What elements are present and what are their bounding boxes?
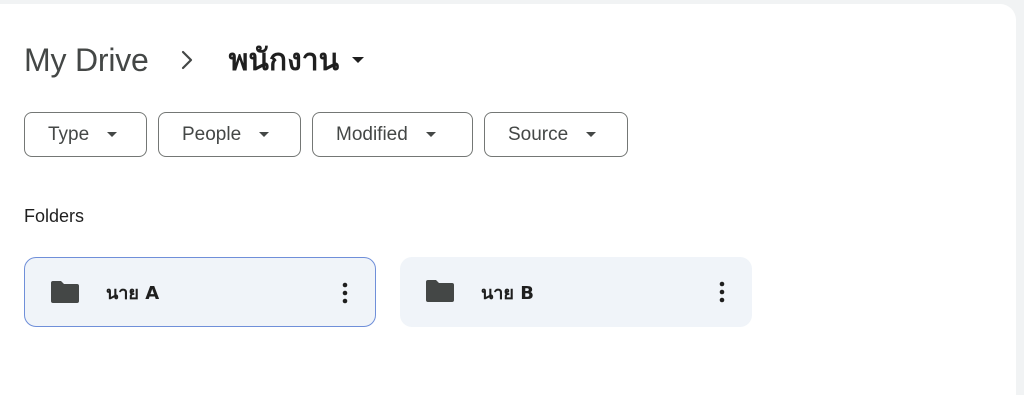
breadcrumb: My Drive พนักงาน <box>24 38 365 82</box>
folder-name: นาย A <box>106 282 160 304</box>
caret-down-icon <box>258 131 270 138</box>
filter-source-label: Source <box>508 123 569 145</box>
folder-card-nai-b[interactable]: นาย B <box>400 257 752 327</box>
filter-modified-chip[interactable]: Modified <box>312 112 473 157</box>
filter-type-label: Type <box>48 123 90 145</box>
caret-down-icon <box>425 131 437 138</box>
filter-people-label: People <box>182 123 242 145</box>
filter-chips: Type People Modified Source <box>24 112 628 157</box>
more-vert-icon[interactable] <box>710 279 734 305</box>
breadcrumb-current-label: พนักงาน <box>228 42 340 78</box>
more-vert-icon[interactable] <box>333 280 357 306</box>
folder-grid: นาย A นาย B <box>24 257 752 327</box>
folder-card-nai-a[interactable]: นาย A <box>24 257 376 327</box>
filter-source-chip[interactable]: Source <box>484 112 628 157</box>
filter-people-chip[interactable]: People <box>158 112 301 157</box>
filter-type-chip[interactable]: Type <box>24 112 147 157</box>
main-panel: My Drive พนักงาน Type People Modified So… <box>0 4 1016 395</box>
caret-down-icon <box>585 131 597 138</box>
folder-name: นาย B <box>481 282 534 304</box>
caret-down-icon <box>351 56 365 64</box>
folder-icon <box>50 280 80 304</box>
folders-section-title: Folders <box>24 206 85 226</box>
filter-modified-label: Modified <box>336 123 408 145</box>
caret-down-icon <box>106 131 118 138</box>
folder-icon <box>425 279 455 303</box>
breadcrumb-current-folder[interactable]: พนักงาน <box>229 37 365 84</box>
chevron-right-icon <box>177 48 197 72</box>
breadcrumb-root-my-drive[interactable]: My Drive <box>24 42 149 79</box>
